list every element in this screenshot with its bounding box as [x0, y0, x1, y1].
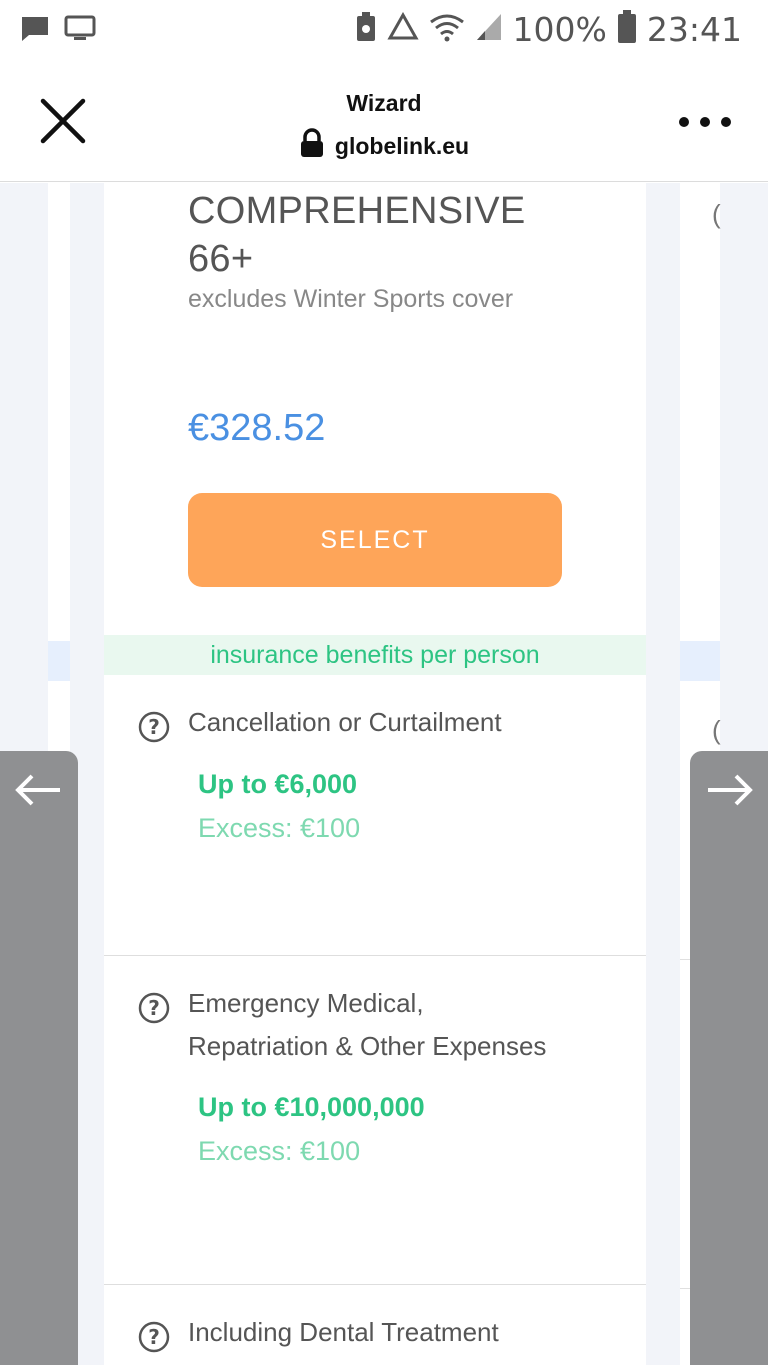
battery-percent: 100% — [512, 10, 607, 49]
clock: 23:41 — [646, 10, 742, 49]
message-icon — [20, 14, 50, 49]
benefit-label: Emergency Medical, Repatriation & Other … — [188, 982, 628, 1068]
help-icon[interactable]: ? — [138, 992, 170, 1024]
benefit-item: ? Including Dental Treatment — [104, 1285, 646, 1365]
benefit-amount: Up to €6,000 — [198, 769, 358, 799]
svg-text:?: ? — [148, 715, 160, 739]
benefit-label-line1: Emergency Medical, — [188, 988, 424, 1018]
status-bar: 100% 23:41 — [0, 0, 768, 60]
url-text: globelink.eu — [334, 132, 470, 159]
cast-screen-icon — [64, 15, 96, 48]
url-display: globelink.eu — [0, 128, 768, 164]
benefit-label-line2: Repatriation & Other Expenses — [188, 1031, 547, 1061]
next-plan-band — [680, 641, 720, 681]
plan-name-line1: COMPREHENSIVE — [188, 190, 526, 232]
recycle-icon — [386, 11, 419, 47]
benefit-amount: Up to €10,000,000 — [198, 1092, 425, 1122]
status-left-icons — [20, 14, 96, 49]
benefit-label: Cancellation or Curtailment — [188, 707, 502, 737]
help-icon[interactable]: ? — [138, 1321, 170, 1353]
previous-plan-band — [48, 641, 70, 681]
browser-header: Wizard globelink.eu — [0, 60, 768, 182]
svg-text:?: ? — [148, 996, 160, 1020]
arrow-left-icon — [15, 774, 60, 806]
help-icon[interactable]: ? — [138, 711, 170, 743]
peek-help-icon: ( — [712, 715, 721, 745]
plan-card: COMPREHENSIVE 66+ excludes Winter Sports… — [104, 183, 646, 1365]
status-right: 100% 23:41 — [355, 10, 742, 49]
benefit-excess: Excess: €100 — [198, 1136, 361, 1166]
benefit-item: ? Emergency Medical, Repatriation & Othe… — [104, 956, 646, 1284]
page-title: Wizard — [346, 90, 422, 116]
more-options-button[interactable] — [678, 112, 732, 132]
wifi-icon — [429, 12, 465, 47]
plan-carousel: ( ( ( ( COMPREHENSIVE 66+ excludes Winte… — [0, 183, 768, 1365]
peek-help-icon: ( — [712, 199, 721, 229]
lock-icon — [299, 128, 325, 164]
next-plan-button[interactable] — [690, 751, 768, 1365]
benefit-label: Including Dental Treatment — [188, 1317, 499, 1347]
battery-saver-icon — [355, 11, 377, 48]
select-button[interactable]: SELECT — [188, 493, 562, 587]
plan-note: excludes Winter Sports cover — [188, 285, 514, 313]
battery-icon — [617, 10, 637, 49]
svg-text:?: ? — [148, 1325, 160, 1349]
benefit-item: ? Cancellation or Curtailment Up to €6,0… — [104, 675, 646, 955]
plan-price: €328.52 — [188, 407, 326, 449]
arrow-right-icon — [708, 774, 753, 806]
plan-name-line2: 66+ — [188, 238, 254, 280]
more-dots-icon — [679, 117, 731, 127]
plan-name: COMPREHENSIVE 66+ — [188, 187, 628, 283]
benefit-excess: Excess: €100 — [198, 813, 361, 843]
cell-signal-icon — [475, 12, 503, 47]
previous-plan-button[interactable] — [0, 751, 78, 1365]
benefits-header: insurance benefits per person — [104, 635, 646, 675]
